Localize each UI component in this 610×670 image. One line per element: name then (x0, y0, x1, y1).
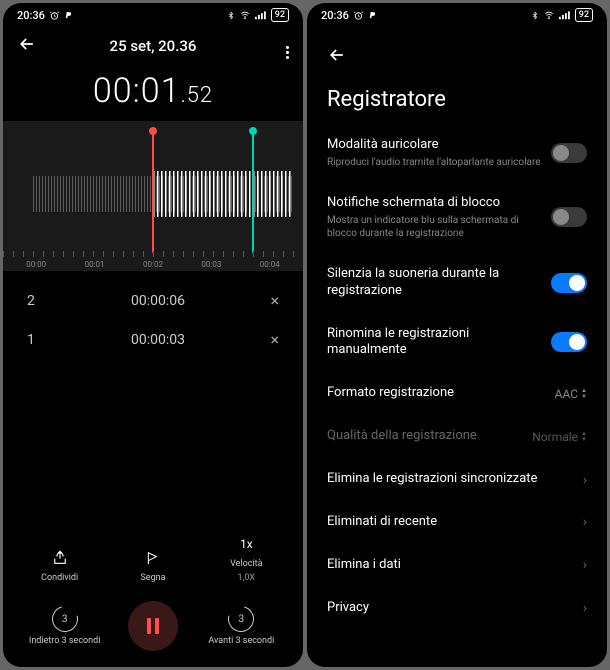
mark-button[interactable]: Segna (113, 547, 193, 583)
setting-delete-synced[interactable]: Elimina le registrazioni sincronizzate › (327, 458, 587, 501)
ruler-labels: 00:00 00:01 00:02 00:03 00:04 (3, 260, 303, 271)
playback-timer: 00:01.52 (3, 67, 303, 121)
recording-title: 25 set, 20.36 (41, 37, 265, 55)
toggle-switch[interactable] (551, 332, 587, 352)
forward-3s-button[interactable]: 3 Avanti 3 secondi (201, 606, 281, 646)
wifi-icon (543, 10, 555, 20)
chevron-right-icon: › (583, 600, 587, 616)
setting-recently-deleted[interactable]: Eliminati di recente › (327, 501, 587, 544)
chevron-right-icon: › (583, 557, 587, 573)
setting-recording-quality: Qualità della registrazione Normale ▲▼ (327, 415, 587, 458)
flag-icon (145, 549, 161, 567)
signal-icon (255, 10, 267, 20)
player-header: 25 set, 20.36 (3, 25, 303, 67)
player-controls: Condividi Segna 1x Velocità 1,0X 3 Indie (3, 519, 303, 667)
settings-title: Registratore (327, 87, 587, 112)
pause-icon (147, 618, 159, 634)
more-menu-button[interactable] (265, 34, 289, 59)
battery-indicator: 92 (575, 8, 593, 22)
updown-icon: ▲▼ (581, 431, 587, 443)
updown-icon: ▲▼ (581, 388, 587, 400)
chevron-right-icon: › (583, 514, 587, 530)
back-button[interactable] (327, 45, 587, 69)
forward-icon: 3 (228, 606, 254, 632)
setting-silence-ringer[interactable]: Silenzia la suoneria durante la registra… (327, 253, 587, 313)
settings-header: Registratore (307, 25, 607, 124)
signal-icon (559, 10, 571, 20)
rewind-icon: 3 (52, 606, 78, 632)
mark-row[interactable]: 2 00:00:06 × (3, 281, 303, 320)
share-button[interactable]: Condividi (20, 547, 100, 583)
waveform-area[interactable]: 00:00 00:01 00:02 00:03 00:04 (3, 121, 303, 271)
waveform-fg (153, 171, 293, 217)
pause-button[interactable] (128, 601, 178, 651)
settings-list[interactable]: Modalità auricolare Riproduci l'audio tr… (307, 124, 607, 667)
chevron-right-icon: › (583, 472, 587, 488)
toggle-switch[interactable] (551, 143, 587, 163)
recorder-settings-screen: 20:36 92 Registratore Modalità auricolar… (307, 3, 607, 667)
paypal-icon (368, 10, 377, 21)
setting-earpiece-mode[interactable]: Modalità auricolare Riproduci l'audio tr… (327, 124, 587, 182)
setting-delete-data[interactable]: Elimina i dati › (327, 544, 587, 587)
recorder-player-screen: 20:36 92 25 set, 20.36 00:01.52 00: (3, 3, 303, 667)
setting-recording-format[interactable]: Formato registrazione AAC ▲▼ (327, 372, 587, 415)
mark-line (252, 131, 254, 253)
paypal-icon (64, 10, 73, 21)
bluetooth-icon (531, 10, 539, 21)
battery-indicator: 92 (271, 8, 289, 22)
mark-row[interactable]: 1 00:00:03 × (3, 320, 303, 359)
status-bar: 20:36 92 (3, 3, 303, 25)
time-ruler (3, 251, 303, 257)
speed-button[interactable]: 1x Velocità 1,0X (206, 533, 286, 583)
setting-rename-manual[interactable]: Rinomina le registrazioni manualmente (327, 313, 587, 373)
rewind-3s-button[interactable]: 3 Indietro 3 secondi (25, 606, 105, 646)
more-icon (286, 46, 289, 59)
delete-mark-button[interactable]: × (249, 291, 279, 310)
wifi-icon (239, 10, 251, 20)
marks-list: 2 00:00:06 × 1 00:00:03 × (3, 271, 303, 369)
toggle-switch[interactable] (551, 207, 587, 227)
toggle-switch[interactable] (551, 273, 587, 293)
setting-lockscreen-notif[interactable]: Notifiche schermata di blocco Mostra un … (327, 182, 587, 253)
alarm-icon (49, 10, 60, 21)
share-icon (51, 549, 69, 567)
playhead-line (152, 131, 154, 253)
bluetooth-icon (227, 10, 235, 21)
status-time: 20:36 (17, 9, 45, 22)
status-bar: 20:36 92 (307, 3, 607, 25)
alarm-icon (353, 10, 364, 21)
setting-privacy[interactable]: Privacy › (327, 587, 587, 630)
status-time: 20:36 (321, 9, 349, 22)
delete-mark-button[interactable]: × (249, 330, 279, 349)
back-button[interactable] (17, 34, 41, 58)
